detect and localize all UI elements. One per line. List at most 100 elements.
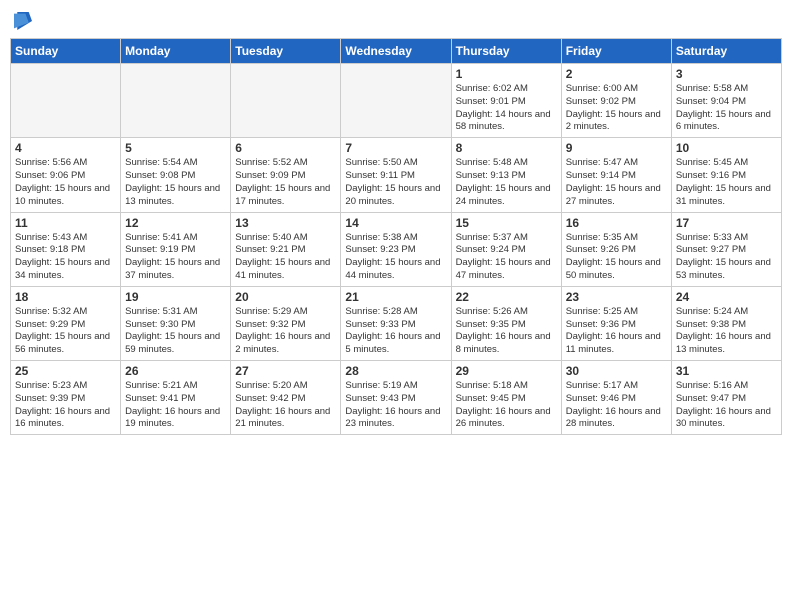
- calendar-cell: 4Sunrise: 5:56 AMSunset: 9:06 PMDaylight…: [11, 138, 121, 212]
- calendar-cell: 8 Sunrise: 5:48 AMSunset: 9:13 PMDaylight…: [451, 138, 561, 212]
- day-info: Sunrise: 5:41 AMSunset: 9:19 PMDaylight:…: [125, 232, 226, 283]
- day-number: 14: [345, 216, 446, 230]
- day-number: 30: [566, 364, 667, 378]
- day-info: Sunrise: 5:24 AMSunset: 9:38 PMDaylight:…: [676, 306, 777, 357]
- calendar-week-row: 18 Sunrise: 5:32 AMSunset: 9:29 PMDayligh…: [11, 286, 782, 360]
- calendar-table: SundayMondayTuesdayWednesdayThursdayFrid…: [10, 38, 782, 435]
- day-number: 13: [235, 216, 336, 230]
- logo-icon: [14, 10, 32, 32]
- weekday-header: Sunday: [11, 39, 121, 64]
- weekday-header: Monday: [121, 39, 231, 64]
- calendar-cell: 21 Sunrise: 5:28 AMSunset: 9:33 PMDayligh…: [341, 286, 451, 360]
- day-number: 31: [676, 364, 777, 378]
- day-info: Sunrise: 5:23 AMSunset: 9:39 PMDaylight:…: [15, 380, 116, 431]
- calendar-cell: 1 Sunrise: 6:02 AMSunset: 9:01 PMDaylight…: [451, 64, 561, 138]
- day-info: Sunrise: 5:16 AMSunset: 9:47 PMDaylight:…: [676, 380, 777, 431]
- day-number: 23: [566, 290, 667, 304]
- calendar-cell: [231, 64, 341, 138]
- day-number: 1: [456, 67, 557, 81]
- day-info: Sunrise: 5:21 AMSunset: 9:41 PMDaylight:…: [125, 380, 226, 431]
- day-info: Sunrise: 6:00 AMSunset: 9:02 PMDaylight:…: [566, 83, 667, 134]
- weekday-header: Tuesday: [231, 39, 341, 64]
- day-number: 8: [456, 141, 557, 155]
- day-info: Sunrise: 5:29 AMSunset: 9:32 PMDaylight:…: [235, 306, 336, 357]
- calendar-cell: 17 Sunrise: 5:33 AMSunset: 9:27 PMDayligh…: [671, 212, 781, 286]
- calendar-cell: 14 Sunrise: 5:38 AMSunset: 9:23 PMDayligh…: [341, 212, 451, 286]
- day-number: 4: [15, 141, 116, 155]
- day-number: 6: [235, 141, 336, 155]
- day-number: 21: [345, 290, 446, 304]
- day-number: 18: [15, 290, 116, 304]
- weekday-header: Thursday: [451, 39, 561, 64]
- calendar-cell: 15 Sunrise: 5:37 AMSunset: 9:24 PMDayligh…: [451, 212, 561, 286]
- day-info: Sunrise: 5:40 AMSunset: 9:21 PMDaylight:…: [235, 232, 336, 283]
- calendar-cell: 6 Sunrise: 5:52 AMSunset: 9:09 PMDaylight…: [231, 138, 341, 212]
- day-info: Sunrise: 5:20 AMSunset: 9:42 PMDaylight:…: [235, 380, 336, 431]
- day-info: Sunrise: 5:31 AMSunset: 9:30 PMDaylight:…: [125, 306, 226, 357]
- calendar-cell: [11, 64, 121, 138]
- logo: [14, 10, 36, 32]
- page-header: [10, 10, 782, 32]
- day-info: Sunrise: 5:47 AMSunset: 9:14 PMDaylight:…: [566, 157, 667, 208]
- calendar-cell: 7 Sunrise: 5:50 AMSunset: 9:11 PMDaylight…: [341, 138, 451, 212]
- day-info: Sunrise: 6:02 AMSunset: 9:01 PMDaylight:…: [456, 83, 557, 134]
- calendar-week-row: 4Sunrise: 5:56 AMSunset: 9:06 PMDaylight…: [11, 138, 782, 212]
- calendar-cell: 23 Sunrise: 5:25 AMSunset: 9:36 PMDayligh…: [561, 286, 671, 360]
- day-number: 7: [345, 141, 446, 155]
- day-info: Sunrise: 5:17 AMSunset: 9:46 PMDaylight:…: [566, 380, 667, 431]
- calendar-week-row: 25Sunrise: 5:23 AMSunset: 9:39 PMDayligh…: [11, 361, 782, 435]
- day-info: Sunrise: 5:33 AMSunset: 9:27 PMDaylight:…: [676, 232, 777, 283]
- calendar-cell: 25Sunrise: 5:23 AMSunset: 9:39 PMDayligh…: [11, 361, 121, 435]
- weekday-header: Saturday: [671, 39, 781, 64]
- day-number: 2: [566, 67, 667, 81]
- day-info: Sunrise: 5:26 AMSunset: 9:35 PMDaylight:…: [456, 306, 557, 357]
- calendar-cell: 16 Sunrise: 5:35 AMSunset: 9:26 PMDayligh…: [561, 212, 671, 286]
- calendar-cell: 24 Sunrise: 5:24 AMSunset: 9:38 PMDayligh…: [671, 286, 781, 360]
- day-info: Sunrise: 5:48 AMSunset: 9:13 PMDaylight:…: [456, 157, 557, 208]
- calendar-cell: 20Sunrise: 5:29 AMSunset: 9:32 PMDayligh…: [231, 286, 341, 360]
- day-number: 16: [566, 216, 667, 230]
- day-number: 3: [676, 67, 777, 81]
- day-info: Sunrise: 5:32 AMSunset: 9:29 PMDaylight:…: [15, 306, 116, 357]
- day-number: 22: [456, 290, 557, 304]
- calendar-cell: 19 Sunrise: 5:31 AMSunset: 9:30 PMDayligh…: [121, 286, 231, 360]
- calendar-cell: [341, 64, 451, 138]
- day-number: 12: [125, 216, 226, 230]
- day-info: Sunrise: 5:35 AMSunset: 9:26 PMDaylight:…: [566, 232, 667, 283]
- day-number: 19: [125, 290, 226, 304]
- calendar-cell: 26 Sunrise: 5:21 AMSunset: 9:41 PMDayligh…: [121, 361, 231, 435]
- calendar-cell: 2 Sunrise: 6:00 AMSunset: 9:02 PMDaylight…: [561, 64, 671, 138]
- day-info: Sunrise: 5:50 AMSunset: 9:11 PMDaylight:…: [345, 157, 446, 208]
- calendar-cell: 3 Sunrise: 5:58 AMSunset: 9:04 PMDaylight…: [671, 64, 781, 138]
- calendar-cell: 13 Sunrise: 5:40 AMSunset: 9:21 PMDayligh…: [231, 212, 341, 286]
- day-number: 17: [676, 216, 777, 230]
- day-number: 10: [676, 141, 777, 155]
- day-info: Sunrise: 5:45 AMSunset: 9:16 PMDaylight:…: [676, 157, 777, 208]
- day-number: 28: [345, 364, 446, 378]
- day-number: 26: [125, 364, 226, 378]
- day-number: 24: [676, 290, 777, 304]
- day-number: 29: [456, 364, 557, 378]
- day-info: Sunrise: 5:43 AMSunset: 9:18 PMDaylight:…: [15, 232, 116, 283]
- day-info: Sunrise: 5:37 AMSunset: 9:24 PMDaylight:…: [456, 232, 557, 283]
- day-info: Sunrise: 5:54 AMSunset: 9:08 PMDaylight:…: [125, 157, 226, 208]
- calendar-cell: 31 Sunrise: 5:16 AMSunset: 9:47 PMDayligh…: [671, 361, 781, 435]
- day-number: 27: [235, 364, 336, 378]
- day-number: 9: [566, 141, 667, 155]
- day-number: 15: [456, 216, 557, 230]
- day-info: Sunrise: 5:58 AMSunset: 9:04 PMDaylight:…: [676, 83, 777, 134]
- day-info: Sunrise: 5:25 AMSunset: 9:36 PMDaylight:…: [566, 306, 667, 357]
- day-number: 5: [125, 141, 226, 155]
- weekday-header: Friday: [561, 39, 671, 64]
- day-info: Sunrise: 5:19 AMSunset: 9:43 PMDaylight:…: [345, 380, 446, 431]
- calendar-cell: 11Sunrise: 5:43 AMSunset: 9:18 PMDayligh…: [11, 212, 121, 286]
- day-info: Sunrise: 5:18 AMSunset: 9:45 PMDaylight:…: [456, 380, 557, 431]
- day-info: Sunrise: 5:38 AMSunset: 9:23 PMDaylight:…: [345, 232, 446, 283]
- calendar-cell: 5 Sunrise: 5:54 AMSunset: 9:08 PMDaylight…: [121, 138, 231, 212]
- calendar-cell: [121, 64, 231, 138]
- weekday-header-row: SundayMondayTuesdayWednesdayThursdayFrid…: [11, 39, 782, 64]
- day-info: Sunrise: 5:52 AMSunset: 9:09 PMDaylight:…: [235, 157, 336, 208]
- calendar-cell: 29 Sunrise: 5:18 AMSunset: 9:45 PMDayligh…: [451, 361, 561, 435]
- weekday-header: Wednesday: [341, 39, 451, 64]
- day-info: Sunrise: 5:28 AMSunset: 9:33 PMDaylight:…: [345, 306, 446, 357]
